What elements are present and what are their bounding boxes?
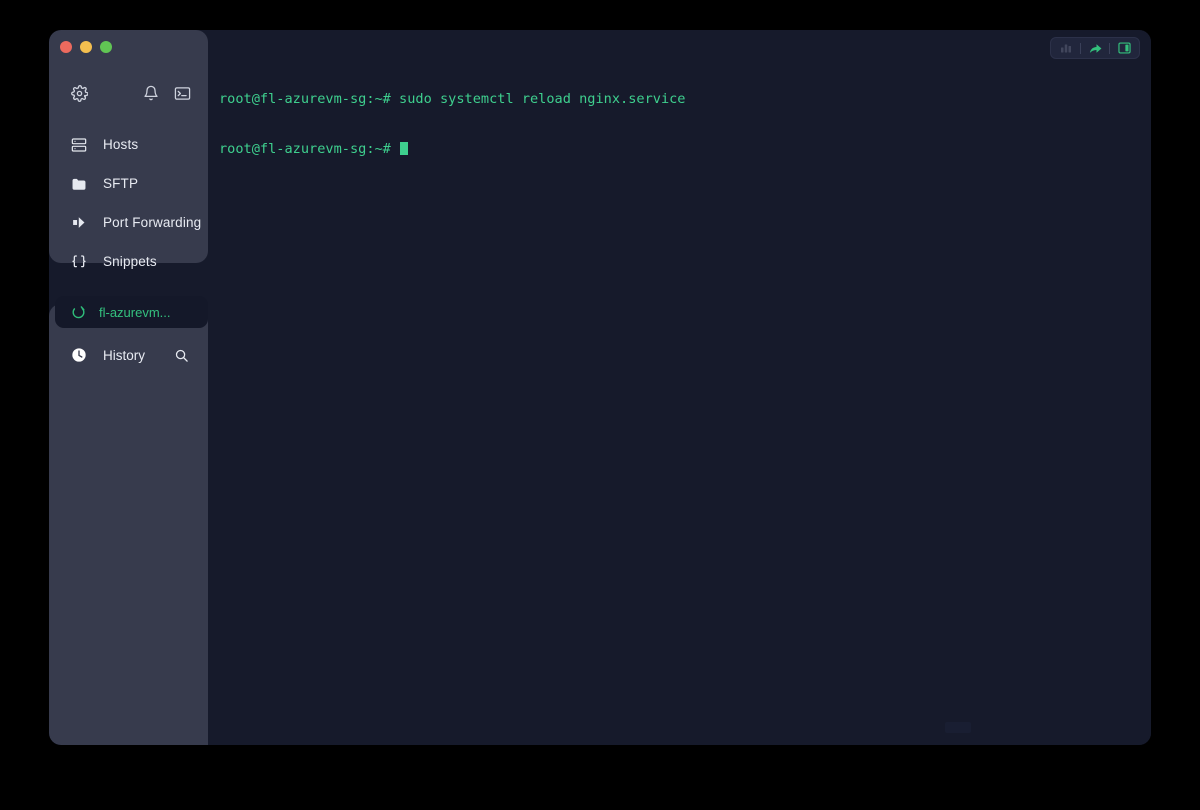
sidebar-item-session-fl-azurevm[interactable]: fl-azurevm... [55,296,208,328]
terminal-toolbar [1050,37,1140,59]
sidebar-top-icons [49,78,208,108]
terminal-icon[interactable] [172,83,192,103]
terminal-pane[interactable]: root@fl-azurevm-sg:~# sudo systemctl rel… [208,30,1151,745]
arrow-forward-icon [69,213,89,233]
split-pane-icon[interactable] [1113,39,1135,57]
sidebar-item-label: Hosts [103,137,139,152]
terminal-window: Hosts SFTP Port Forwarding Snippets fl-a… [49,30,1151,745]
sidebar-item-label: SFTP [103,176,139,191]
gear-icon[interactable] [69,83,89,103]
folder-icon [69,174,89,194]
minimize-button[interactable] [80,41,92,53]
maximize-button[interactable] [100,41,112,53]
terminal-output[interactable]: root@fl-azurevm-sg:~# sudo systemctl rel… [208,30,1151,745]
terminal-line: root@fl-azurevm-sg:~# sudo systemctl rel… [219,91,686,108]
clock-icon [69,345,89,365]
sidebar-item-snippets[interactable]: Snippets [49,242,208,281]
sidebar-item-sftp[interactable]: SFTP [49,164,208,203]
close-button[interactable] [60,41,72,53]
window-controls [60,41,112,53]
history-label: History [103,347,146,363]
terminal-line-with-cursor: root@fl-azurevm-sg:~# [219,141,1151,158]
app-root: Hosts SFTP Port Forwarding Snippets fl-a… [0,0,1200,810]
toolbar-divider [1109,42,1110,54]
terminal-watermark [945,722,971,733]
bell-icon[interactable] [141,83,161,103]
session-label: fl-azurevm... [99,304,171,320]
stats-icon[interactable] [1055,39,1077,57]
sidebar: Hosts SFTP Port Forwarding Snippets fl-a… [49,30,208,745]
sidebar-item-label: Snippets [103,254,157,269]
search-icon[interactable] [172,346,190,364]
sidebar-item-history[interactable]: History [49,339,208,371]
toolbar-divider [1080,42,1081,54]
terminal-cursor [400,141,409,155]
connection-ring-icon [69,303,87,321]
sidebar-nav: Hosts SFTP Port Forwarding Snippets [49,125,208,281]
server-rack-icon [69,135,89,155]
share-arrow-icon[interactable] [1084,39,1106,57]
sidebar-item-label: Port Forwarding [103,215,202,230]
sidebar-item-port-forwarding[interactable]: Port Forwarding [49,203,208,242]
braces-icon [69,252,89,272]
sidebar-item-hosts[interactable]: Hosts [49,125,208,164]
terminal-prompt: root@fl-azurevm-sg:~# [219,140,400,157]
